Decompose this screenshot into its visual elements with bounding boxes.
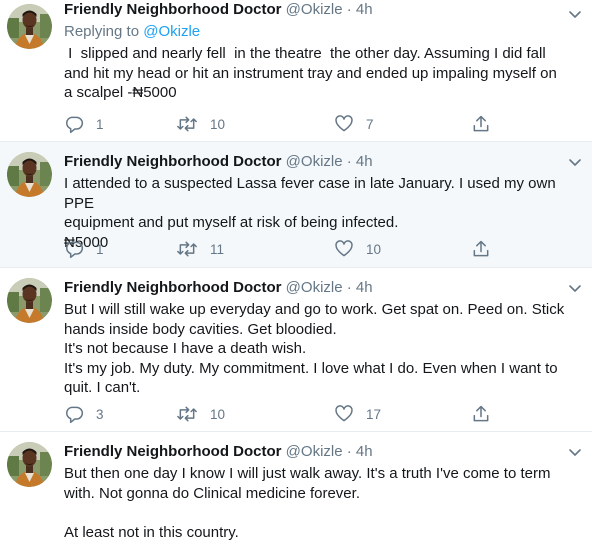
like-button[interactable]: 10 <box>334 239 381 259</box>
heart-icon <box>335 240 353 257</box>
replying-to-label: Replying to <box>64 23 144 40</box>
timeline: Friendly Neighborhood Doctor @Okizle · 4… <box>0 0 592 545</box>
reply-count: 1 <box>96 116 104 132</box>
tweet-header: Friendly Neighborhood Doctor @Okizle · 4… <box>64 278 582 298</box>
retweet-icon <box>177 406 197 422</box>
reply-button[interactable]: 3 <box>64 404 104 424</box>
retweet-count: 10 <box>210 116 226 132</box>
reply-icon <box>66 116 84 134</box>
retweet-button[interactable]: 10 <box>176 404 225 424</box>
like-count: 10 <box>366 241 382 257</box>
retweet-icon <box>177 116 197 132</box>
tweet[interactable]: Friendly Neighborhood Doctor @Okizle · 4… <box>0 142 592 268</box>
reply-count: 3 <box>96 406 104 422</box>
retweet-count: 11 <box>210 241 225 257</box>
like-button[interactable]: 17 <box>334 404 381 424</box>
user-handle[interactable]: @Okizle <box>286 443 343 460</box>
retweet-icon <box>177 241 197 257</box>
mention-link[interactable]: @Okizle <box>143 23 200 40</box>
separator-dot: · <box>346 153 352 170</box>
tweet[interactable]: Friendly Neighborhood Doctor @Okizle · 4… <box>0 0 592 142</box>
like-button[interactable]: 7 <box>334 114 374 134</box>
display-name[interactable]: Friendly Neighborhood Doctor <box>64 1 282 18</box>
timestamp[interactable]: 4h <box>356 279 373 296</box>
timestamp[interactable]: 4h <box>356 153 373 170</box>
reply-icon <box>66 241 84 259</box>
retweet-button[interactable]: 10 <box>176 114 225 134</box>
retweet-button[interactable]: 11 <box>176 239 224 259</box>
display-name[interactable]: Friendly Neighborhood Doctor <box>64 153 282 170</box>
user-handle[interactable]: @Okizle <box>286 279 343 296</box>
avatar[interactable] <box>7 152 52 197</box>
tweet-actions: 1 10 7 <box>64 114 504 134</box>
heart-icon <box>335 115 353 132</box>
reply-icon <box>66 406 84 424</box>
tweet-header: Friendly Neighborhood Doctor @Okizle · 4… <box>64 0 582 20</box>
display-name[interactable]: Friendly Neighborhood Doctor <box>64 443 282 460</box>
separator-dot: · <box>346 1 352 18</box>
share-button[interactable] <box>471 239 491 259</box>
separator-dot: · <box>346 443 352 460</box>
avatar[interactable] <box>7 278 52 323</box>
display-name[interactable]: Friendly Neighborhood Doctor <box>64 279 282 296</box>
reply-count: 1 <box>96 241 104 257</box>
avatar[interactable] <box>7 442 52 487</box>
user-handle[interactable]: @Okizle <box>286 153 343 170</box>
tweet-header: Friendly Neighborhood Doctor @Okizle · 4… <box>64 442 582 462</box>
replying-to: Replying to @Okizle <box>64 22 582 42</box>
tweet[interactable]: Friendly Neighborhood Doctor @Okizle · 4… <box>0 268 592 432</box>
tweet-actions: 3 10 17 <box>64 404 504 424</box>
like-count: 7 <box>366 116 374 132</box>
timestamp[interactable]: 4h <box>356 1 373 18</box>
reply-button[interactable]: 1 <box>64 239 104 259</box>
tweet-actions: 1 11 10 <box>64 239 504 259</box>
share-button[interactable] <box>471 404 491 424</box>
like-count: 17 <box>366 406 382 422</box>
heart-icon <box>335 405 353 422</box>
share-icon <box>473 115 489 132</box>
share-icon <box>473 405 489 422</box>
tweet[interactable]: Friendly Neighborhood Doctor @Okizle · 4… <box>0 432 592 545</box>
reply-button[interactable]: 1 <box>64 114 104 134</box>
tweet-text: But I will still wake up everyday and go… <box>64 301 565 396</box>
user-handle[interactable]: @Okizle <box>286 1 343 18</box>
share-icon <box>473 240 489 257</box>
share-button[interactable] <box>471 114 491 134</box>
timestamp[interactable]: 4h <box>356 443 373 460</box>
tweet-text: But then one day I know I will just walk… <box>64 465 551 541</box>
retweet-count: 10 <box>210 406 226 422</box>
avatar[interactable] <box>7 4 52 49</box>
tweet-text: I slipped and nearly fell in the theatre… <box>64 45 557 101</box>
tweet-header: Friendly Neighborhood Doctor @Okizle · 4… <box>64 152 582 172</box>
separator-dot: · <box>346 279 352 296</box>
